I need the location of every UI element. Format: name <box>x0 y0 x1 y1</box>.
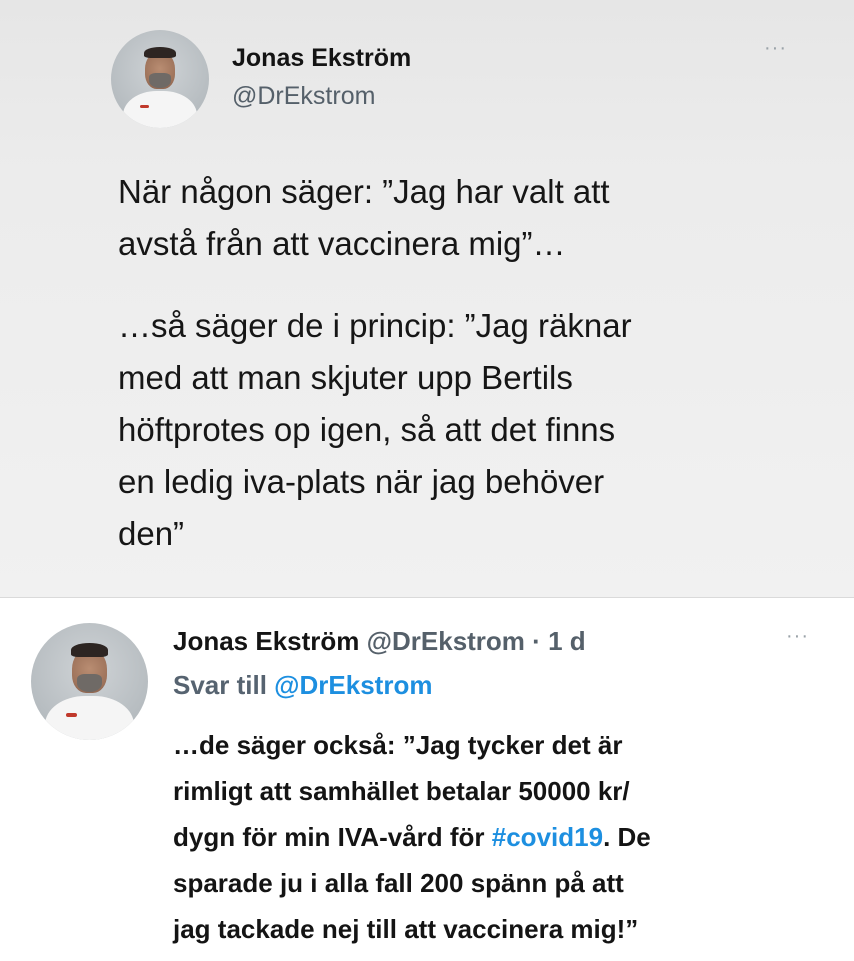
reply-text-segment: dygn för min IVA-vård för <box>173 822 492 852</box>
reply-text-line: sparade ju i alla fall 200 spänn på att <box>173 868 624 898</box>
reply-tweet: Jonas Ekström @DrEkstrom · 1 d ··· Svar … <box>0 597 854 961</box>
author-handle[interactable]: @DrEkstrom <box>232 82 375 111</box>
avatar-hair <box>70 642 109 657</box>
tweet-text-line: en ledig iva-plats när jag behöver <box>118 463 605 500</box>
reply-to-label: Svar till <box>173 670 267 700</box>
reply-text-line: …de säger också: ”Jag tycker det är <box>173 730 623 760</box>
tweet-text-paragraph-2: …så säger de i princip: ”Jag räknar med … <box>118 300 818 560</box>
reply-text-segment: . De <box>603 822 651 852</box>
separator: · <box>532 626 541 656</box>
tweet-text-line: höftprotes op igen, så att det finns <box>118 411 616 448</box>
reply-text-line: dygn för min IVA-vård för #covid19. De <box>173 815 651 859</box>
avatar-hair <box>144 46 176 59</box>
tweet-text-line: avstå från att vaccinera mig”… <box>118 225 566 262</box>
avatar-beard <box>149 73 171 88</box>
avatar[interactable] <box>31 623 148 740</box>
author-name[interactable]: Jonas Ekström <box>232 44 411 73</box>
more-horizontal-icon[interactable]: ··· <box>764 38 787 58</box>
reply-text-line: rimligt att samhället betalar 50000 kr/ <box>173 776 630 806</box>
reply-text-line: jag tackade nej till att vaccinera mig!” <box>173 914 639 944</box>
avatar-body <box>45 695 134 740</box>
reply-header: Jonas Ekström @DrEkstrom · 1 d <box>173 619 586 663</box>
author-name[interactable]: Jonas Ekström <box>173 626 359 656</box>
tweet-text-line: med att man skjuter upp Bertils <box>118 359 573 396</box>
avatar-beard <box>76 674 103 693</box>
author-handle[interactable]: @DrEkstrom <box>367 626 525 656</box>
timestamp[interactable]: 1 d <box>548 626 586 656</box>
tweet-text-line: …så säger de i princip: ”Jag räknar <box>118 307 632 344</box>
reply-to-mention[interactable]: @DrEkstrom <box>274 670 432 700</box>
main-tweet: Jonas Ekström @DrEkstrom ··· När någon s… <box>0 0 854 597</box>
hashtag-link[interactable]: #covid19 <box>492 822 603 852</box>
tweet-text-paragraph-1: När någon säger: ”Jag har valt att avstå… <box>118 166 818 270</box>
avatar-body <box>122 90 198 128</box>
tweet-text-line: den” <box>118 515 185 552</box>
more-horizontal-icon[interactable]: ··· <box>786 626 809 646</box>
reply-to-line: Svar till @DrEkstrom <box>173 663 432 707</box>
avatar[interactable] <box>111 30 209 128</box>
avatar-badge <box>66 713 77 717</box>
tweet-text-line: När någon säger: ”Jag har valt att <box>118 173 610 210</box>
avatar-badge <box>140 105 150 109</box>
